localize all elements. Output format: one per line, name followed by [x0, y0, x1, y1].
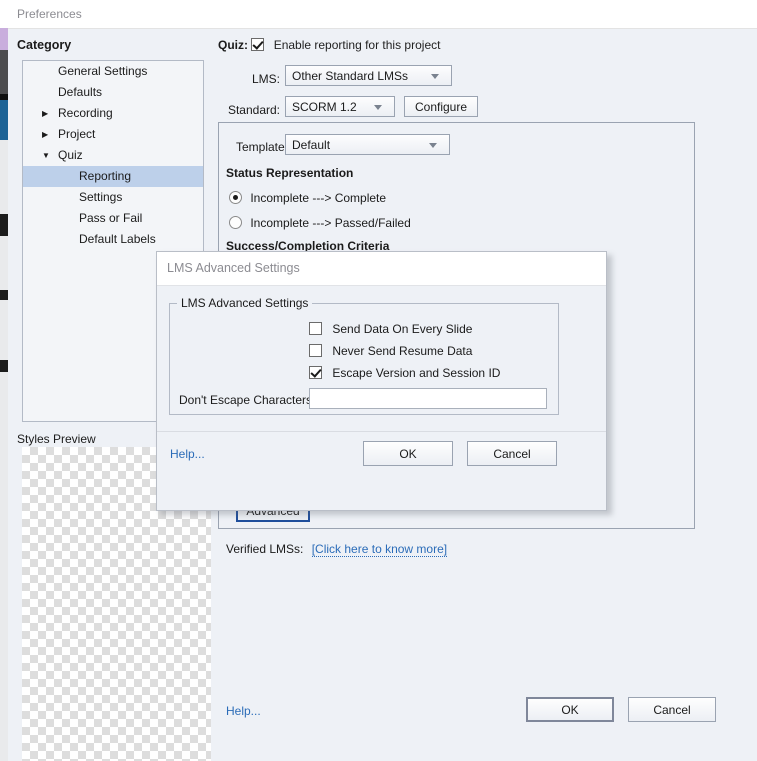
sidebar-item-pass-or-fail[interactable]: Pass or Fail — [23, 208, 203, 229]
sidebar-item-label: General Settings — [58, 64, 148, 78]
sidebar-item-general-settings[interactable]: General Settings — [23, 61, 203, 82]
dont-escape-characters-input[interactable] — [309, 388, 547, 409]
modal-cancel-button[interactable]: Cancel — [467, 441, 557, 466]
sidebar-item-label: Recording — [58, 106, 113, 120]
bg-strip-seg-dark3 — [0, 290, 8, 300]
ok-button[interactable]: OK — [526, 697, 614, 722]
window-title: Preferences — [17, 7, 82, 21]
bg-strip-seg-lightgray3 — [0, 300, 8, 360]
window-titlebar: Preferences — [8, 0, 757, 29]
cancel-button[interactable]: Cancel — [628, 697, 716, 722]
radio-icon[interactable] — [229, 216, 242, 229]
modal-cancel-button-label: Cancel — [493, 446, 531, 461]
never-send-resume-data-label: Never Send Resume Data — [332, 344, 473, 358]
sidebar-item-default-labels[interactable]: Default Labels — [23, 229, 203, 250]
chevron-down-icon — [429, 143, 437, 148]
template-value: Default — [292, 138, 331, 152]
sidebar-item-label: Project — [58, 127, 96, 141]
bg-strip-seg-top — [0, 0, 8, 28]
modal-help-link[interactable]: Help... — [170, 447, 205, 461]
bg-strip-seg-dark4 — [0, 360, 8, 372]
send-data-every-slide-row[interactable]: Send Data On Every Slide — [309, 322, 472, 336]
sidebar-item-defaults[interactable]: Defaults — [23, 82, 203, 103]
radio-icon[interactable] — [229, 191, 242, 204]
template-label: Template: — [235, 140, 288, 154]
status-option-passed-failed[interactable]: Incomplete ---> Passed/Failed — [229, 216, 411, 230]
sidebar-item-label: Reporting — [79, 169, 132, 183]
bg-strip-seg-lightgray1 — [0, 140, 8, 214]
escape-version-session-id-row[interactable]: Escape Version and Session ID — [309, 366, 500, 380]
lms-select[interactable]: Other Standard LMSs — [285, 65, 452, 86]
escape-version-session-id-label: Escape Version and Session ID — [332, 366, 501, 380]
chevron-down-icon — [431, 74, 439, 79]
sidebar-item-label: Settings — [79, 190, 123, 204]
category-heading: Category — [17, 38, 72, 52]
status-option-complete[interactable]: Incomplete ---> Complete — [229, 191, 386, 205]
modal-ok-button-label: OK — [399, 446, 417, 461]
modal-separator — [157, 431, 606, 432]
sidebar-item-project[interactable]: ▶ Project — [23, 124, 203, 145]
send-data-every-slide-checkbox[interactable] — [309, 322, 322, 335]
bg-strip-seg-purple — [0, 28, 8, 50]
never-send-resume-data-row[interactable]: Never Send Resume Data — [309, 344, 472, 358]
bg-strip-seg-lightgray4 — [0, 372, 8, 761]
lms-advanced-settings-dialog: LMS Advanced Settings LMS Advanced Setti… — [156, 251, 607, 511]
help-link[interactable]: Help... — [226, 704, 261, 718]
bg-strip-seg-lightgray2 — [0, 236, 8, 290]
lms-advanced-group-caption: LMS Advanced Settings — [177, 296, 313, 310]
background-app-strip — [0, 0, 8, 761]
chevron-down-icon — [374, 105, 382, 110]
never-send-resume-data-checkbox[interactable] — [309, 344, 322, 357]
status-option-label: Incomplete ---> Complete — [250, 191, 387, 205]
bg-strip-seg-dark2 — [0, 214, 8, 236]
sidebar-item-label: Quiz — [58, 148, 83, 162]
bg-strip-seg-darkgray — [0, 50, 8, 94]
template-select[interactable]: Default — [285, 134, 450, 155]
quiz-enable-row: Quiz: Enable reporting for this project — [218, 38, 440, 52]
sidebar-item-settings[interactable]: Settings — [23, 187, 203, 208]
lms-value: Other Standard LMSs — [292, 69, 409, 83]
enable-reporting-checkbox[interactable] — [251, 38, 265, 51]
verified-lms-row: Verified LMSs: [Click here to know more] — [226, 542, 448, 557]
modal-title-text: LMS Advanced Settings — [167, 261, 300, 275]
verified-lms-link[interactable]: [Click here to know more] — [311, 542, 448, 557]
expanded-triangle-icon[interactable]: ▼ — [42, 145, 52, 166]
standard-label: Standard: — [227, 103, 280, 117]
standard-select[interactable]: SCORM 1.2 — [285, 96, 395, 117]
enable-reporting-label: Enable reporting for this project — [273, 38, 441, 52]
dont-escape-characters-label: Don't Escape Characters: — [179, 393, 316, 407]
send-data-every-slide-label: Send Data On Every Slide — [332, 322, 473, 336]
verified-lms-label: Verified LMSs: — [226, 542, 304, 556]
modal-titlebar: LMS Advanced Settings — [157, 252, 606, 286]
screen-root: Preferences Category General Settings De… — [0, 0, 757, 761]
cancel-button-label: Cancel — [653, 702, 691, 717]
bg-strip-seg-blue — [0, 100, 8, 140]
sidebar-item-label: Pass or Fail — [79, 211, 143, 225]
sidebar-item-reporting[interactable]: Reporting — [23, 166, 203, 187]
configure-button-label: Configure — [414, 99, 468, 114]
modal-ok-button[interactable]: OK — [363, 441, 453, 466]
quiz-label: Quiz: — [218, 38, 248, 52]
ok-button-label: OK — [561, 702, 579, 717]
sidebar-item-label: Default Labels — [79, 232, 156, 246]
standard-value: SCORM 1.2 — [292, 100, 357, 114]
lms-label: LMS: — [251, 72, 280, 86]
collapsed-triangle-icon[interactable]: ▶ — [42, 103, 52, 124]
configure-button[interactable]: Configure — [404, 96, 478, 117]
sidebar-item-label: Defaults — [58, 85, 103, 99]
sidebar-item-recording[interactable]: ▶ Recording — [23, 103, 203, 124]
sidebar-item-quiz[interactable]: ▼ Quiz — [23, 145, 203, 166]
collapsed-triangle-icon[interactable]: ▶ — [42, 124, 52, 145]
status-option-label: Incomplete ---> Passed/Failed — [250, 216, 411, 230]
escape-version-session-id-checkbox[interactable] — [309, 366, 322, 379]
status-representation-title: Status Representation — [226, 166, 354, 180]
styles-preview-label: Styles Preview — [17, 432, 96, 446]
